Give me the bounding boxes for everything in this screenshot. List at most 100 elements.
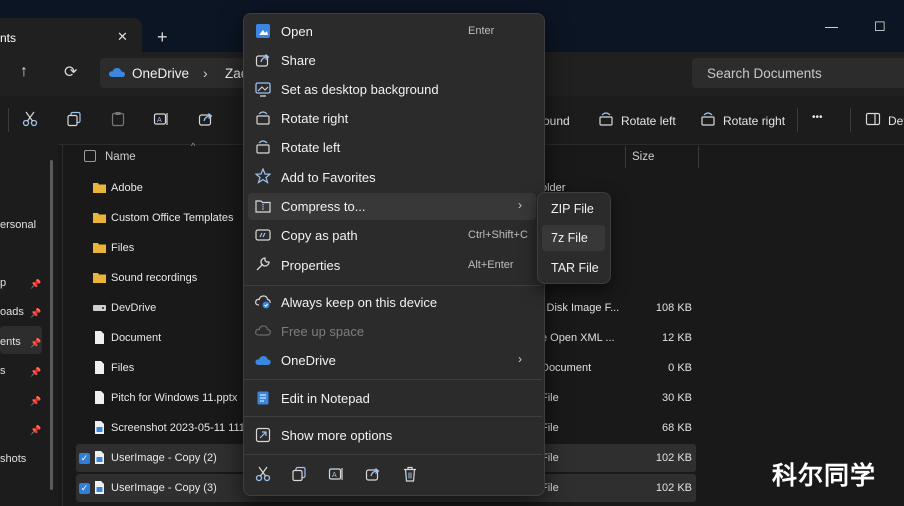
column-header-size[interactable]: Size (632, 151, 654, 163)
sidebar-item-personal[interactable]: ersonal (0, 219, 36, 231)
menu-item-copy-as-path[interactable]: Copy as path (281, 228, 358, 243)
list-item-name[interactable]: Sound recordings (111, 272, 197, 284)
share-icon (255, 54, 270, 67)
toolbar-divider (8, 108, 9, 132)
sidebar-item-desktop[interactable]: p (0, 277, 6, 289)
maximize-button[interactable]: ☐ (874, 19, 886, 35)
list-item-size: 12 KB (662, 332, 692, 344)
menu-item-rotate-right[interactable]: Rotate right (281, 111, 348, 126)
menu-item-onedrive[interactable]: OneDrive (281, 353, 336, 368)
copy-path-icon (255, 229, 271, 241)
menu-item-show-more-options[interactable]: Show more options (281, 428, 392, 443)
folder-icon (93, 273, 106, 283)
row-checkbox[interactable]: ✓ (79, 453, 90, 464)
details-pane-icon[interactable] (865, 111, 881, 127)
rename-icon[interactable]: A (153, 111, 169, 127)
list-item-type: Document (541, 362, 592, 374)
list-item-size: 102 KB (655, 482, 692, 494)
share-icon[interactable] (198, 111, 214, 127)
menu-item-rotate-left[interactable]: Rotate left (281, 140, 340, 155)
svg-text:A: A (332, 472, 337, 479)
menu-item-share[interactable]: Share (281, 53, 316, 68)
delete-icon[interactable] (402, 466, 418, 482)
onedrive-icon (255, 356, 271, 365)
pin-icon: 📌 (30, 425, 42, 435)
toolbar-rotate-right[interactable]: Rotate right (723, 114, 785, 128)
menu-item-set-desktop-background[interactable]: Set as desktop background (281, 82, 439, 97)
sidebar-item-documents[interactable]: ents (0, 336, 21, 348)
copy-icon[interactable] (291, 466, 307, 482)
toolbar-divider (797, 108, 798, 132)
list-item-name[interactable]: UserImage - Copy (2) (111, 452, 217, 464)
menu-separator (244, 454, 542, 455)
minimize-button[interactable]: — (825, 19, 838, 34)
menu-separator (244, 285, 542, 286)
menu-item-open[interactable]: Open (281, 24, 313, 39)
list-item-name[interactable]: Pitch for Windows 11.pptx (111, 392, 237, 404)
submenu-item-tar[interactable]: TAR File (551, 261, 599, 275)
toolbar-rotate-left[interactable]: Rotate left (621, 114, 676, 128)
pane-divider[interactable] (62, 144, 63, 506)
notepad-icon (257, 391, 269, 405)
watermark-text: 科尔同学 (772, 462, 877, 490)
share-icon[interactable] (365, 466, 381, 482)
menu-item-properties[interactable]: Properties (281, 258, 340, 273)
open-icon (256, 24, 270, 38)
list-item-name[interactable]: Adobe (111, 182, 143, 194)
sidebar-item-downloads[interactable]: oads (0, 306, 24, 318)
menu-item-edit-in-notepad[interactable]: Edit in Notepad (281, 391, 370, 406)
menu-item-free-up-space: Free up space (281, 324, 365, 339)
list-item-name[interactable]: UserImage - Copy (3) (111, 482, 217, 494)
toolbar-details[interactable]: Det (888, 114, 904, 128)
more-options-icon (255, 427, 271, 443)
chevron-right-icon: › (518, 198, 522, 212)
image-file-icon (95, 421, 104, 434)
list-item-size: 0 KB (668, 362, 692, 374)
breadcrumb-onedrive[interactable]: OneDrive (132, 66, 189, 81)
document-icon (95, 361, 104, 374)
menu-item-always-keep-on-device[interactable]: Always keep on this device (281, 295, 437, 310)
column-header-name[interactable]: Name (105, 151, 136, 163)
copy-icon[interactable] (66, 111, 82, 127)
rotate-right-icon[interactable] (700, 111, 716, 127)
menu-item-add-to-favorites[interactable]: Add to Favorites (281, 170, 376, 185)
cut-icon[interactable] (22, 111, 38, 127)
onedrive-icon (109, 68, 125, 77)
list-item-name[interactable]: Screenshot 2023-05-11 111 (111, 422, 245, 434)
submenu-item-7z[interactable]: 7z File (551, 231, 588, 245)
sidebar-scrollbar[interactable] (50, 160, 53, 490)
pin-icon: 📌 (30, 308, 42, 318)
list-item-name[interactable]: Files (111, 362, 134, 374)
more-options-icon[interactable]: ••• (812, 112, 823, 123)
new-tab-button[interactable]: + (157, 27, 168, 48)
column-divider[interactable] (625, 146, 626, 168)
toolbar-set-background-partial[interactable]: ound (543, 114, 570, 128)
list-item-name[interactable]: Custom Office Templates (111, 212, 233, 224)
sidebar-item-screenshots[interactable]: shots (0, 453, 26, 465)
row-checkbox[interactable]: ✓ (79, 483, 90, 494)
svg-text:A: A (157, 117, 162, 124)
paste-icon[interactable] (110, 111, 126, 127)
wrench-icon (256, 257, 270, 271)
sidebar-item-pictures[interactable]: s (0, 365, 6, 377)
column-divider[interactable] (698, 146, 699, 168)
cut-icon[interactable] (255, 466, 271, 482)
rotate-left-icon[interactable] (598, 111, 614, 127)
rotate-left-icon (256, 140, 270, 154)
search-placeholder: Search Documents (707, 66, 822, 81)
list-item-name[interactable]: Document (111, 332, 161, 344)
list-item-name[interactable]: Files (111, 242, 134, 254)
submenu-item-zip[interactable]: ZIP File (551, 202, 594, 216)
folder-icon (93, 213, 106, 223)
select-all-checkbox[interactable] (84, 150, 96, 162)
document-icon (95, 391, 104, 404)
toolbar-divider (850, 108, 851, 132)
menu-item-compress-to[interactable]: Compress to... (281, 199, 366, 214)
tab-close-icon[interactable]: ✕ (117, 29, 128, 45)
list-item-name[interactable]: DevDrive (111, 302, 156, 314)
rename-icon[interactable]: A (328, 466, 344, 482)
refresh-icon[interactable]: ⟳ (64, 62, 77, 82)
chevron-right-icon: › (518, 352, 522, 366)
up-arrow-icon[interactable]: ↑ (20, 63, 28, 81)
zip-icon (255, 200, 271, 213)
